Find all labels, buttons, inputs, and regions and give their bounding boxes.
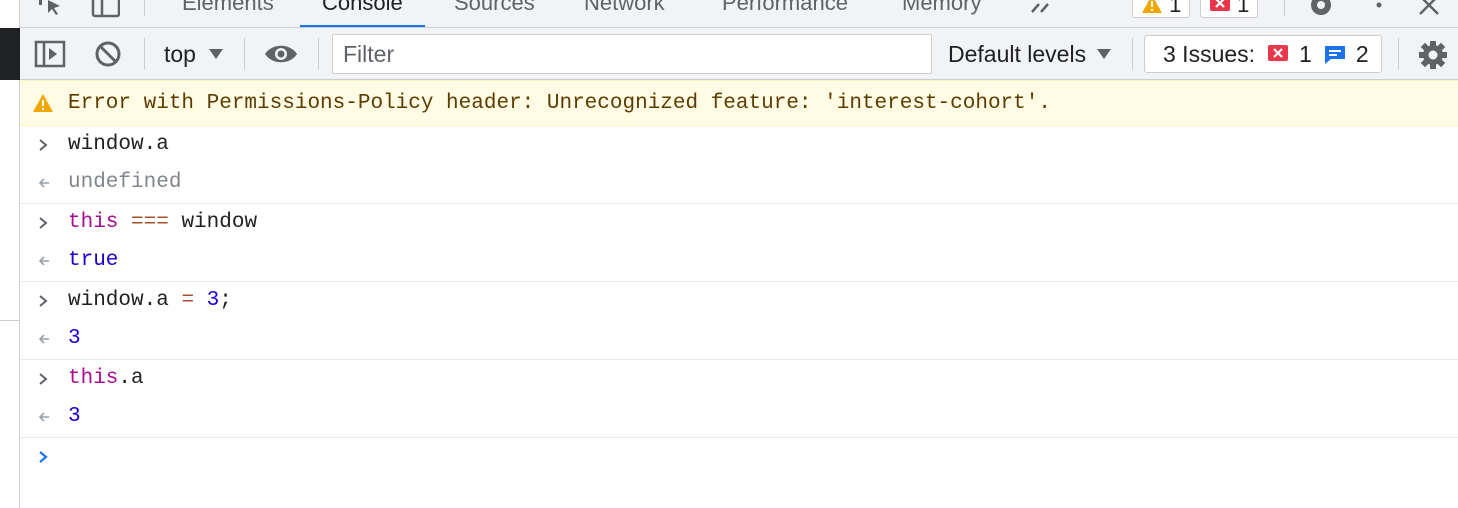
errors-badge[interactable]: 1 [1200,0,1259,18]
warning-text: Error with Permissions-Policy header: Un… [68,92,1051,115]
console-output-row: 3 [20,398,1458,436]
output-return-arrow-icon [38,256,49,266]
code-identifier: window [181,211,258,234]
issues-label: 3 Issues: [1163,40,1256,67]
code-keyword: this [68,367,119,390]
issue-error-icon [1268,45,1289,61]
input-code: this === window [68,204,257,242]
code-operator: = [181,289,195,312]
devtools-tab-bar: Elements Console Sources Network Perform… [20,0,1458,28]
input-prompt-chevron-icon [39,295,48,307]
more-options-icon[interactable] [1364,0,1394,20]
console-input-row[interactable]: window.a [20,126,1458,164]
more-tabs-icon[interactable] [1028,0,1058,20]
console-toolbar: top Default levels 3 Issues: 1 2 [20,28,1458,80]
levels-dropdown-icon [1097,49,1112,59]
errors-count: 1 [1237,0,1250,17]
code-semicolon: ; [219,289,232,312]
output-return-arrow-icon [38,334,49,344]
console-settings-gear-icon[interactable] [1418,40,1448,70]
console-prompt[interactable] [20,438,1458,478]
context-dropdown-icon [208,49,223,59]
clear-console-icon[interactable] [94,40,122,68]
tab-memory[interactable]: Memory [880,0,1003,27]
context-label: top [164,40,196,67]
code-property: .a [118,367,144,390]
input-prompt-chevron-icon [39,139,48,151]
log-levels-label: Default levels [948,40,1087,67]
output-value: 3 [68,405,81,428]
settings-gear-icon[interactable] [1306,0,1336,20]
input-prompt-chevron-icon [39,217,48,229]
input-code: window.a [68,133,169,156]
warning-icon [1142,0,1162,13]
warnings-badge[interactable]: 1 [1132,0,1191,18]
warnings-count: 1 [1169,0,1182,17]
tab-console[interactable]: Console [300,0,425,27]
output-return-arrow-icon [38,412,49,422]
output-value: true [68,249,119,272]
toolbar-separator [1132,38,1133,70]
input-prompt-chevron-icon [39,373,48,385]
issues-error-count: 1 [1299,40,1312,67]
code-keyword: this [68,211,119,234]
console-messages: Error with Permissions-Policy header: Un… [20,80,1458,508]
issue-info-icon [1324,46,1345,64]
device-toolbar-icon[interactable] [90,0,120,20]
warning-triangle-icon [33,94,53,112]
tab-performance[interactable]: Performance [700,0,870,27]
page-gutter-dark-block [0,28,20,80]
console-output-row: undefined [20,164,1458,202]
tab-sources[interactable]: Sources [432,0,557,27]
console-input-row[interactable]: this.a [20,360,1458,398]
toolbar-separator [244,38,245,70]
show-sidebar-icon[interactable] [34,40,66,68]
tab-bar-separator [1284,0,1285,16]
page-gutter [0,0,20,508]
issues-button[interactable]: 3 Issues: 1 2 [1144,35,1382,73]
console-output-row: 3 [20,320,1458,358]
issues-info-count: 2 [1355,40,1369,67]
toolbar-separator [318,38,319,70]
output-value: undefined [68,171,182,194]
close-devtools-icon[interactable] [1414,0,1444,20]
tab-bar-separator [144,0,145,16]
inspect-element-icon[interactable] [36,0,66,20]
toolbar-separator [144,38,145,70]
live-expression-eye-icon[interactable] [264,42,298,66]
input-code: window.a = 3; [68,282,232,320]
filter-input[interactable] [332,34,932,74]
console-input-row[interactable]: window.a = 3; [20,282,1458,320]
code-number: 3 [206,289,220,312]
page-gutter-line [0,320,20,321]
tab-elements[interactable]: Elements [160,0,296,27]
toolbar-separator [1398,38,1399,70]
code-identifier: window.a [68,289,169,312]
error-icon [1210,0,1230,11]
context-selector[interactable]: top [164,28,224,80]
log-levels-dropdown[interactable]: Default levels [948,28,1112,80]
output-return-arrow-icon [38,178,49,188]
code-operator: === [131,211,169,234]
prompt-chevron-icon [39,451,48,463]
warning-message: Error with Permissions-Policy header: Un… [20,80,1458,126]
input-code: this.a [68,360,144,398]
console-output-row: true [20,242,1458,280]
output-value: 3 [68,327,81,350]
tab-network[interactable]: Network [562,0,687,27]
console-input-row[interactable]: this === window [20,204,1458,242]
